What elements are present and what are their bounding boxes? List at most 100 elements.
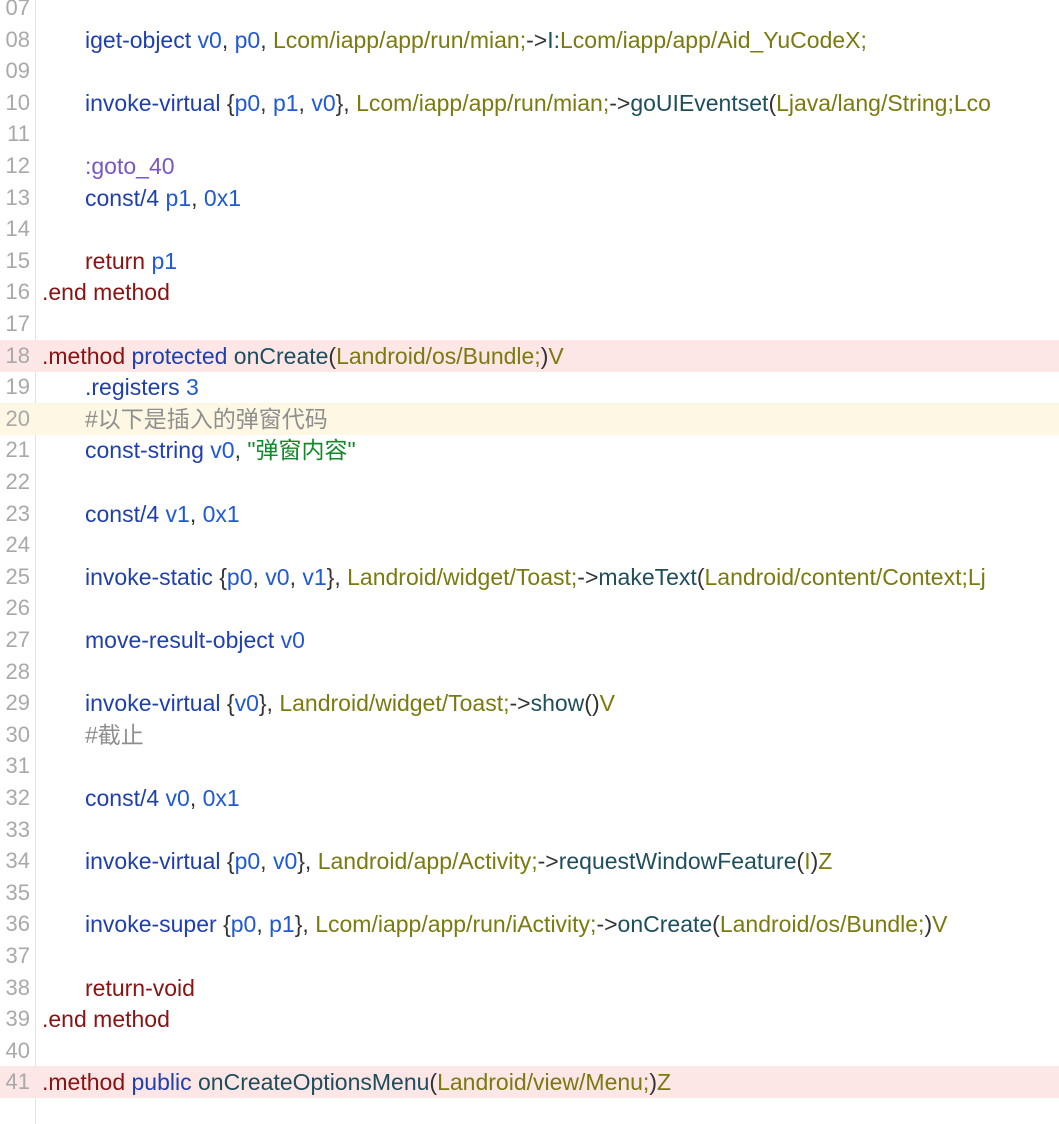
code-token: goUIEventset	[630, 89, 769, 116]
code-token: Landroid/view/Menu;	[437, 1069, 650, 1096]
code-line[interactable]: 28	[0, 656, 1059, 688]
code-token: V	[932, 911, 948, 938]
code-token: },	[258, 690, 280, 717]
code-token: const-string	[85, 437, 204, 464]
code-token: makeText	[598, 563, 697, 590]
code-line[interactable]: 10 invoke-virtual {p0, p1, v0}, Lcom/iapp…	[0, 87, 1059, 119]
code-token: Landroid/content/Context;Lj	[704, 563, 986, 590]
code-token: .method	[42, 1069, 126, 1096]
code-token: ()	[584, 690, 600, 717]
code-token: const/4	[85, 184, 160, 211]
code-token: ->	[609, 89, 631, 116]
code-line[interactable]: 14	[0, 213, 1059, 245]
code-line[interactable]: 32 const/4 v0, 0x1	[0, 782, 1059, 814]
code-line[interactable]: 27 move-result-object v0	[0, 624, 1059, 656]
line-number: 15	[5, 247, 30, 273]
code-token: onCreate	[233, 342, 329, 369]
code-token: Z	[818, 848, 833, 875]
code-token: ,	[234, 437, 248, 464]
line-number: 20	[5, 405, 30, 431]
code-line[interactable]: 40	[0, 1035, 1059, 1067]
line-number: 37	[5, 943, 30, 968]
line-number: 14	[5, 216, 30, 242]
code-token: ,	[189, 500, 203, 527]
line-number: 10	[5, 89, 30, 115]
code-token: ,	[298, 89, 312, 116]
code-line[interactable]: 15 return p1	[0, 245, 1059, 277]
code-token: v0	[210, 437, 235, 464]
code-line[interactable]: 20 #以下是插入的弹窗代码	[0, 402, 1059, 435]
code-line[interactable]: 21 const-string v0, "弹窗内容"	[0, 434, 1059, 466]
code-text: .registers 3	[85, 371, 199, 403]
code-line[interactable]: 08 iget-object v0, p0, Lcom/iapp/app/run/…	[0, 24, 1059, 56]
code-token: },	[297, 848, 318, 875]
code-line[interactable]: 22	[0, 466, 1059, 498]
code-text: return p1	[85, 245, 177, 277]
code-line[interactable]: 19 .registers 3	[0, 371, 1059, 403]
code-token: ,	[260, 848, 273, 875]
code-line[interactable]: 24	[0, 529, 1059, 561]
code-line[interactable]: 34 invoke-virtual {p0, v0}, Landroid/app/…	[0, 845, 1059, 877]
code-line[interactable]: 31	[0, 750, 1059, 782]
code-token: Z	[657, 1069, 672, 1096]
code-token: return	[85, 247, 146, 274]
code-token: },	[326, 563, 348, 590]
code-line[interactable]: 36 invoke-super {p0, p1}, Lcom/iapp/app/r…	[0, 908, 1059, 940]
code-line[interactable]: 38 return-void	[0, 972, 1059, 1004]
line-number: 41	[5, 1069, 30, 1095]
code-line[interactable]: 09	[0, 55, 1059, 87]
code-line[interactable]: 29 invoke-virtual {v0}, Landroid/widget/T…	[0, 687, 1059, 719]
code-token: ,	[191, 184, 204, 211]
code-token: const/4	[85, 785, 160, 811]
code-line[interactable]: 35	[0, 877, 1059, 909]
line-number: 21	[5, 437, 30, 463]
code-line[interactable]: 17	[0, 308, 1059, 340]
code-token: 0x1	[202, 785, 240, 811]
code-line[interactable]: 37	[0, 940, 1059, 972]
code-token: .end	[42, 1006, 87, 1033]
code-line[interactable]: 26	[0, 592, 1059, 624]
code-token: #截止	[85, 721, 144, 748]
code-editor[interactable]: 07 08 iget-object v0, p0, Lcom/iapp/app/ru…	[0, 0, 1059, 1124]
line-number: 34	[5, 848, 30, 874]
code-token: public	[131, 1069, 192, 1096]
code-line[interactable]: 30 #截止	[0, 719, 1059, 751]
code-line[interactable]: 11	[0, 118, 1059, 150]
code-line[interactable]: 16 .end method	[0, 276, 1059, 308]
code-token: p0	[234, 848, 261, 875]
code-token: invoke-static	[85, 563, 213, 590]
code-line[interactable]: 12:goto_40	[0, 150, 1059, 182]
code-line[interactable]: 25 invoke-static {p0, v0, v1}, Landroid/w…	[0, 561, 1059, 593]
line-number: 29	[5, 690, 30, 716]
line-number: 35	[5, 879, 30, 905]
code-token: const/4	[85, 500, 160, 527]
code-token: ->	[526, 26, 548, 53]
code-token: p0	[234, 89, 261, 116]
code-text: move-result-object v0	[85, 624, 305, 656]
code-token: 3	[185, 374, 199, 401]
line-number: 23	[5, 500, 30, 526]
code-text: #以下是插入的弹窗代码	[85, 403, 328, 435]
line-number: 26	[5, 595, 30, 621]
code-token: (	[328, 342, 337, 369]
line-number: 30	[5, 721, 30, 747]
code-line[interactable]: 41 .method public onCreateOptionsMenu(Lan…	[0, 1066, 1059, 1099]
code-line[interactable]: 33	[0, 814, 1059, 846]
code-token: Ljava/lang/String;Lco	[776, 89, 991, 116]
code-token: (	[768, 89, 777, 116]
code-token: Lcom/iapp/app/run/mian;	[272, 26, 527, 53]
code-token: .registers	[85, 374, 180, 401]
code-text: #截止	[85, 719, 144, 751]
code-text: const/4 v1, 0x1	[85, 498, 240, 530]
code-line[interactable]: 39 .end method	[0, 1003, 1059, 1035]
code-token: p1	[269, 911, 295, 938]
code-token: Landroid/os/Bundle;	[719, 911, 925, 938]
code-text: invoke-virtual {p0, v0}, Landroid/app/Ac…	[85, 845, 832, 877]
code-token: .end	[42, 279, 87, 306]
code-line[interactable]: 07	[0, 0, 1059, 24]
code-token: ,	[221, 26, 235, 53]
code-token: invoke-virtual	[85, 89, 221, 116]
code-line[interactable]: 18 .method protected onCreate(Landroid/os…	[0, 339, 1059, 372]
code-line[interactable]: 23 const/4 v1, 0x1	[0, 498, 1059, 530]
code-line[interactable]: 13 const/4 p1, 0x1	[0, 182, 1059, 214]
